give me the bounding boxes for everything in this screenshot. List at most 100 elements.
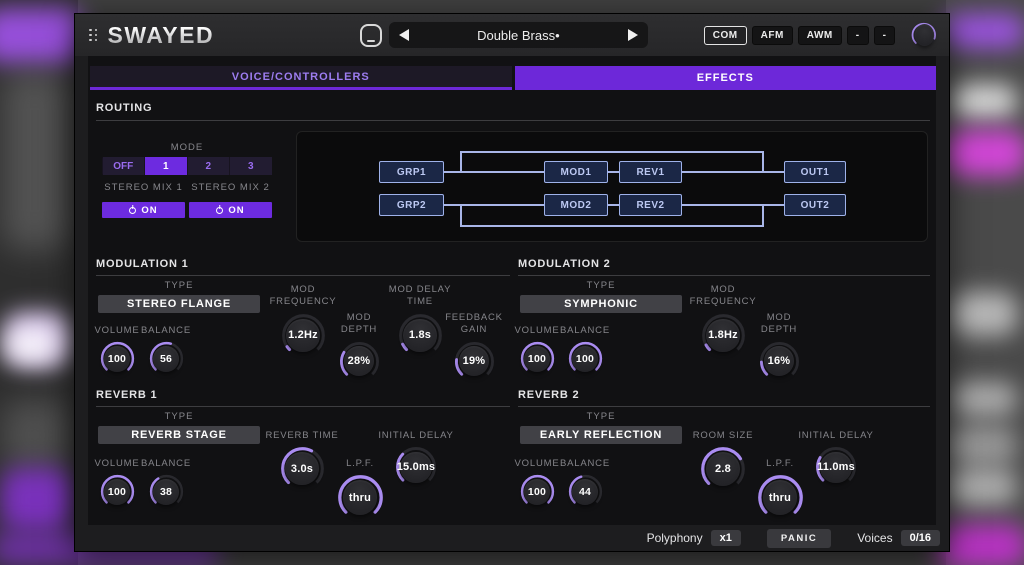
stereo-mix-1-label: STEREO MIX 1 [102,182,185,193]
divider [518,275,930,276]
node-grp1[interactable]: GRP1 [379,161,444,183]
knob-label: VOLUME [95,325,140,337]
node-mod1[interactable]: MOD1 [544,161,608,183]
stereo-mix-1-toggle[interactable]: ON [102,202,185,218]
volume-knob[interactable]: 100 [520,474,555,509]
background-blob [950,292,1018,336]
panic-button[interactable]: PANIC [767,529,831,548]
routing-diagram: GRP1 MOD1 REV1 OUT1 GRP2 MOD2 REV2 OUT2 [296,131,928,242]
blank-button-1[interactable]: - [847,26,869,45]
background-blob [2,400,68,470]
type-label: TYPE [520,411,682,422]
tab-voice-controllers[interactable]: VOICE/CONTROLLERS [90,66,512,90]
voices-value: 0/16 [901,530,940,546]
wire [460,225,764,227]
background-blob [946,426,1018,464]
polyphony-value[interactable]: x1 [711,530,741,546]
type-label: TYPE [520,280,682,291]
preset-name[interactable]: Double Brass• [409,28,628,43]
node-rev1[interactable]: REV1 [619,161,682,183]
knob-label: L.P.F. [346,458,374,470]
divider [96,120,930,121]
stereo-mix-2-toggle[interactable]: ON [189,202,272,218]
background-blob [0,8,82,63]
node-out2[interactable]: OUT2 [784,194,846,216]
knob-label: L.P.F. [766,458,794,470]
footer-bar: Polyphony x1 PANIC Voices 0/16 [75,525,949,551]
balance-knob[interactable]: 100 [568,341,603,376]
knob-label: INITIAL DELAY [798,430,873,442]
knob-label: ROOM SIZE [693,430,754,442]
knob-label: MOD FREQUENCY [683,284,763,309]
type-selector[interactable]: SYMPHONIC [520,295,682,313]
node-mod2[interactable]: MOD2 [544,194,608,216]
volume-knob[interactable]: 100 [520,341,555,376]
mod-frequency-knob[interactable]: 1.8Hz [701,313,746,358]
mode-off-button[interactable]: OFF [103,157,145,175]
header-bar: SWAYED Double Brass• COM AFM AWM - - [75,14,949,56]
mode-2-button[interactable]: 2 [188,157,230,175]
background-blob [6,330,56,360]
save-preset-icon[interactable] [360,24,382,47]
knob-label: BALANCE [560,458,610,470]
power-icon [129,207,136,214]
mode-label: MODE [102,142,272,153]
type-label: TYPE [98,280,260,291]
volume-knob[interactable]: 100 [100,474,135,509]
tab-effects[interactable]: EFFECTS [515,66,937,90]
type-selector[interactable]: STEREO FLANGE [98,295,260,313]
menu-dots-icon[interactable] [89,29,98,42]
preset-selector: Double Brass• [389,22,648,48]
mod-depth-knob[interactable]: 28% [339,341,380,382]
divider [518,406,930,407]
wire [460,151,462,173]
knob-label: MOD FREQUENCY [263,284,343,309]
background-blob [944,130,1024,176]
knob-label: VOLUME [515,458,560,470]
type-selector[interactable]: EARLY REFLECTION [520,426,682,444]
modulation2-section: MODULATION 2 TYPE SYMPHONIC VOLUME 100 B… [518,258,930,388]
balance-knob[interactable]: 56 [149,341,184,376]
afm-button[interactable]: AFM [752,26,793,45]
balance-knob[interactable]: 44 [568,474,603,509]
initial-delay-knob[interactable]: 15.0ms [395,446,437,488]
feedback-gain-knob[interactable]: 19% [454,341,495,382]
knob-label: FEEDBACK GAIN [440,312,508,337]
node-grp2[interactable]: GRP2 [379,194,444,216]
blank-button-2[interactable]: - [874,26,896,45]
initial-delay-knob[interactable]: 11.0ms [815,446,857,488]
background-blob [950,84,1018,118]
wire [608,171,619,173]
mode-1-button[interactable]: 1 [145,157,187,175]
prev-preset-icon[interactable] [399,29,409,41]
routing-title: ROUTING [96,102,152,114]
section-title: MODULATION 2 [518,258,611,270]
section-title: MODULATION 1 [96,258,189,270]
next-preset-icon[interactable] [628,29,638,41]
wire [762,205,764,227]
background-blob [938,524,1024,565]
header-mode-buttons: COM AFM AWM - - [704,26,896,45]
com-button[interactable]: COM [704,26,747,45]
node-out1[interactable]: OUT1 [784,161,846,183]
awm-button[interactable]: AWM [798,26,842,45]
balance-knob[interactable]: 38 [149,474,184,509]
mode-selector: OFF 1 2 3 [102,157,272,175]
node-rev2[interactable]: REV2 [619,194,682,216]
app-logo: SWAYED [108,22,215,49]
mode-3-button[interactable]: 3 [230,157,272,175]
type-selector[interactable]: REVERB STAGE [98,426,260,444]
master-volume-knob[interactable] [911,20,937,50]
knob-label: BALANCE [141,325,191,337]
polyphony-label: Polyphony [647,531,703,545]
reverb2-section: REVERB 2 TYPE EARLY REFLECTION VOLUME 10… [518,389,930,523]
main-panel: VOICE/CONTROLLERS EFFECTS ROUTING MODE O… [88,56,936,525]
wire [460,205,462,227]
type-label: TYPE [98,411,260,422]
mod-frequency-knob[interactable]: 1.2Hz [281,313,326,358]
power-icon [216,207,223,214]
mod-delay-time-knob[interactable]: 1.8s [398,313,443,358]
wire [460,151,764,153]
volume-knob[interactable]: 100 [100,341,135,376]
mod-depth-knob[interactable]: 16% [759,341,800,382]
